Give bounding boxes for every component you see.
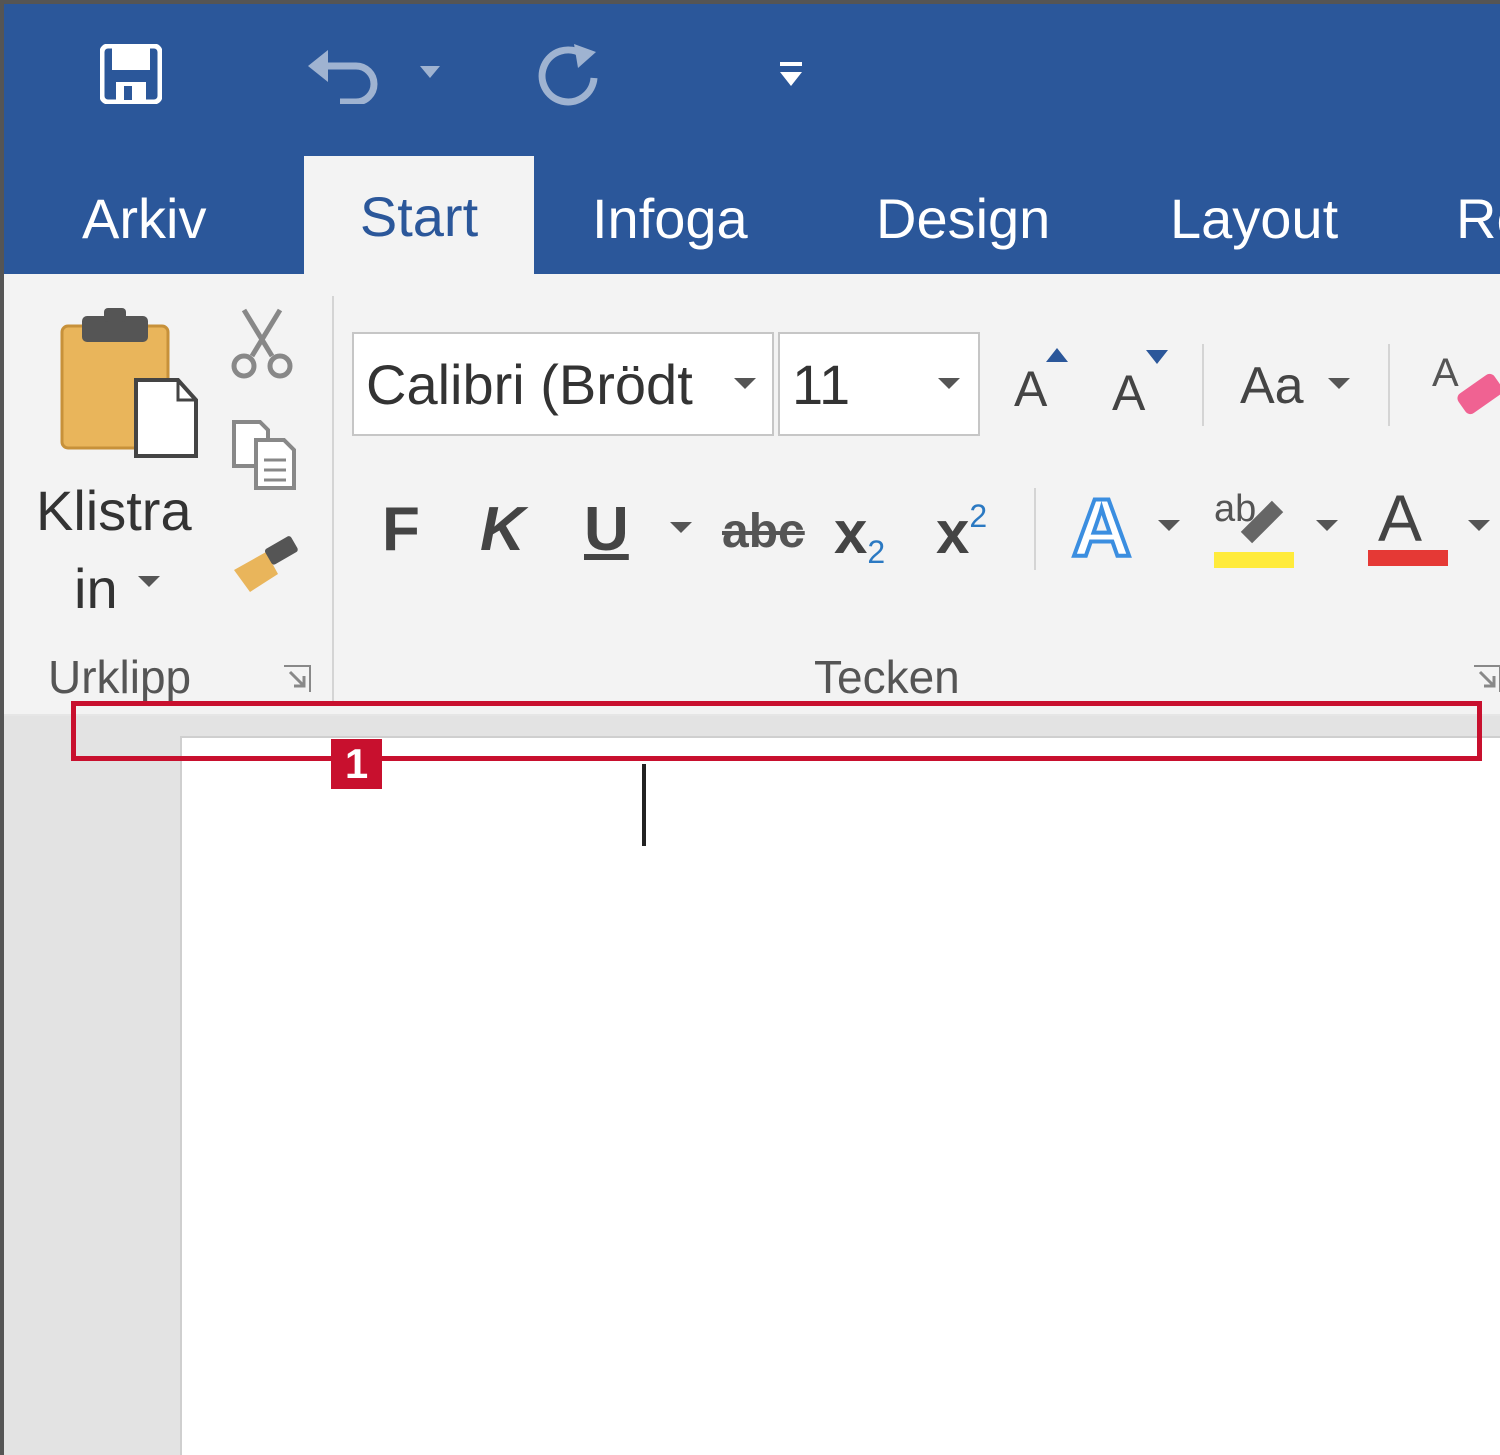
dialog-launcher-icon[interactable] bbox=[1472, 664, 1500, 694]
font-size-value: 11 bbox=[792, 353, 851, 416]
tab-infoga[interactable]: Infoga bbox=[592, 179, 748, 259]
bold-button[interactable]: F bbox=[382, 494, 420, 565]
shrink-font-button[interactable]: A bbox=[1112, 364, 1145, 422]
toolbar-separator bbox=[1202, 344, 1204, 426]
subscript-base: x bbox=[834, 499, 868, 566]
highlight-color-swatch bbox=[1214, 552, 1294, 568]
format-painter-icon[interactable] bbox=[230, 530, 302, 594]
paste-label-line2[interactable]: in bbox=[74, 556, 118, 621]
underline-dropdown-icon[interactable] bbox=[670, 522, 692, 533]
group-label-urklipp: Urklipp bbox=[48, 651, 192, 703]
cut-icon[interactable] bbox=[230, 306, 294, 380]
font-color-label: A bbox=[1378, 481, 1423, 555]
font-name-value: Calibri (Brödt bbox=[366, 353, 693, 416]
highlighter-icon bbox=[1240, 500, 1284, 544]
grow-font-arrow-icon bbox=[1046, 348, 1068, 362]
text-effects-dropdown-icon[interactable] bbox=[1158, 520, 1180, 531]
paste-icon[interactable] bbox=[60, 308, 200, 460]
tab-layout[interactable]: Layout bbox=[1170, 179, 1338, 259]
svg-text:A: A bbox=[1432, 351, 1459, 395]
toolbar-separator bbox=[1034, 488, 1036, 570]
annotation-callout: 1 bbox=[331, 739, 382, 789]
text-cursor bbox=[642, 764, 646, 846]
font-name-combobox[interactable]: Calibri (Brödt bbox=[352, 332, 774, 436]
font-name-dropdown-icon[interactable] bbox=[734, 378, 756, 389]
document-page[interactable] bbox=[180, 736, 1500, 1455]
annotation-highlight-box bbox=[71, 701, 1482, 761]
grow-font-button[interactable]: A bbox=[1014, 360, 1047, 418]
tab-arkiv[interactable]: Arkiv bbox=[82, 179, 206, 259]
clear-formatting-icon[interactable]: A bbox=[1432, 348, 1500, 418]
tab-granskning-partial[interactable]: Re bbox=[1456, 179, 1500, 259]
font-color-swatch bbox=[1368, 550, 1448, 566]
highlight-dropdown-icon[interactable] bbox=[1316, 520, 1338, 531]
change-case-dropdown-icon[interactable] bbox=[1328, 378, 1350, 389]
paste-dropdown-icon[interactable] bbox=[138, 576, 160, 587]
superscript-base: x bbox=[936, 499, 970, 566]
tab-start[interactable]: Start bbox=[304, 156, 534, 278]
subscript-button[interactable]: x2 bbox=[834, 498, 885, 571]
underline-button[interactable]: U bbox=[584, 494, 629, 565]
superscript-mark: 2 bbox=[969, 498, 988, 534]
paste-label[interactable]: Klistra bbox=[36, 478, 192, 543]
text-effects-button[interactable]: A bbox=[1070, 481, 1133, 576]
change-case-button[interactable]: Aa bbox=[1240, 356, 1304, 416]
highlight-color-button[interactable]: ab bbox=[1212, 488, 1294, 570]
strikethrough-button[interactable]: abc bbox=[722, 504, 805, 559]
customize-qat-icon[interactable] bbox=[778, 60, 804, 90]
undo-dropdown-icon[interactable] bbox=[418, 64, 442, 80]
group-separator bbox=[332, 296, 334, 706]
save-icon[interactable] bbox=[100, 44, 162, 104]
shrink-font-arrow-icon bbox=[1146, 350, 1168, 364]
copy-icon[interactable] bbox=[230, 418, 298, 490]
font-color-button[interactable]: A bbox=[1366, 480, 1448, 568]
redo-icon[interactable] bbox=[534, 42, 604, 106]
group-label-tecken: Tecken bbox=[814, 651, 960, 703]
font-size-combobox[interactable]: 11 bbox=[778, 332, 980, 436]
font-color-dropdown-icon[interactable] bbox=[1468, 520, 1490, 531]
undo-icon[interactable] bbox=[304, 44, 384, 104]
subscript-mark: 2 bbox=[867, 534, 886, 570]
word-window: Arkiv Start Infoga Design Layout Re Klis… bbox=[0, 0, 1500, 1455]
italic-button[interactable]: K bbox=[480, 494, 525, 565]
toolbar-separator bbox=[1388, 344, 1390, 426]
tab-design[interactable]: Design bbox=[876, 179, 1050, 259]
dialog-launcher-icon[interactable] bbox=[282, 664, 312, 694]
font-size-dropdown-icon[interactable] bbox=[938, 378, 960, 389]
title-bar: Arkiv Start Infoga Design Layout Re bbox=[4, 4, 1500, 278]
superscript-button[interactable]: x2 bbox=[936, 498, 987, 567]
